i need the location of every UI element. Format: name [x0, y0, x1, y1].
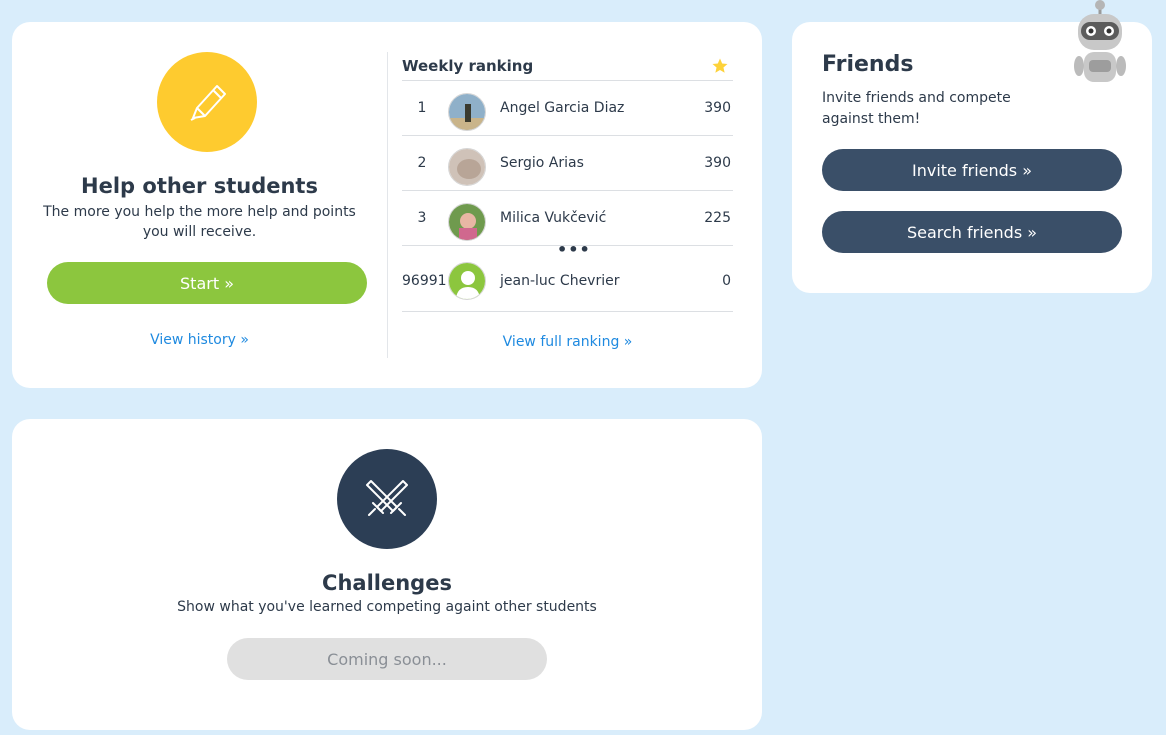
avatar: [448, 148, 486, 186]
challenges-card: Challenges Show what you've learned comp…: [12, 419, 762, 730]
crossed-swords-icon: [337, 449, 437, 549]
view-history-link[interactable]: View history »: [12, 332, 387, 348]
ranking-position: 1: [417, 100, 427, 116]
ranking-points: 390: [704, 155, 731, 171]
ranking-name: Milica Vukčević: [500, 210, 607, 226]
ranking-row[interactable]: 1 Angel Garcia Diaz 390: [402, 81, 733, 136]
divider: [387, 52, 388, 358]
avatar: [448, 93, 486, 131]
ranking-position: 3: [417, 210, 427, 226]
ranking-name: Angel Garcia Diaz: [500, 100, 625, 116]
ranking-header: Weekly ranking: [402, 52, 733, 81]
weekly-ranking: Weekly ranking 1 Angel Garcia Diaz 390 2…: [402, 52, 733, 312]
robot-mascot-icon: [1070, 0, 1130, 108]
star-icon: [711, 57, 729, 79]
help-students-card: Help other students The more you help th…: [12, 22, 762, 388]
ranking-name: jean-luc Chevrier: [500, 273, 620, 289]
default-avatar-icon: [448, 262, 486, 300]
ellipsis-icon: •••: [557, 240, 591, 259]
help-title: Help other students: [81, 174, 318, 198]
friends-card: Friends Invite friends and compete again…: [792, 0, 1152, 293]
challenges-title: Challenges: [322, 571, 452, 595]
ranking-row[interactable]: 2 Sergio Arias 390: [402, 136, 733, 191]
search-friends-button[interactable]: Search friends »: [822, 211, 1122, 253]
ranking-position: 96991: [402, 273, 447, 289]
invite-friends-button[interactable]: Invite friends »: [822, 149, 1122, 191]
ranking-points: 225: [704, 210, 731, 226]
avatar: [448, 203, 486, 241]
coming-soon-button: Coming soon...: [227, 638, 547, 680]
ranking-row[interactable]: 3 Milica Vukčević 225: [402, 191, 733, 246]
ranking-position: 2: [417, 155, 427, 171]
friends-title: Friends: [822, 52, 914, 77]
view-full-ranking-link[interactable]: View full ranking »: [402, 334, 733, 350]
ranking-points: 390: [704, 100, 731, 116]
help-subtitle: The more you help the more help and poin…: [43, 204, 356, 240]
help-section: Help other students The more you help th…: [12, 22, 387, 388]
ranking-points: 0: [722, 273, 731, 289]
ranking-title: Weekly ranking: [402, 57, 534, 75]
start-button[interactable]: Start »: [47, 262, 367, 304]
ranking-ellipsis: •••: [402, 240, 733, 259]
challenges-subtitle: Show what you've learned competing again…: [177, 599, 597, 615]
ranking-name: Sergio Arias: [500, 155, 584, 171]
pencil-icon: [157, 52, 257, 152]
friends-subtitle: Invite friends and compete against them!: [822, 90, 1011, 127]
ranking-row-self[interactable]: 96991 jean-luc Chevrier 0: [402, 258, 733, 312]
